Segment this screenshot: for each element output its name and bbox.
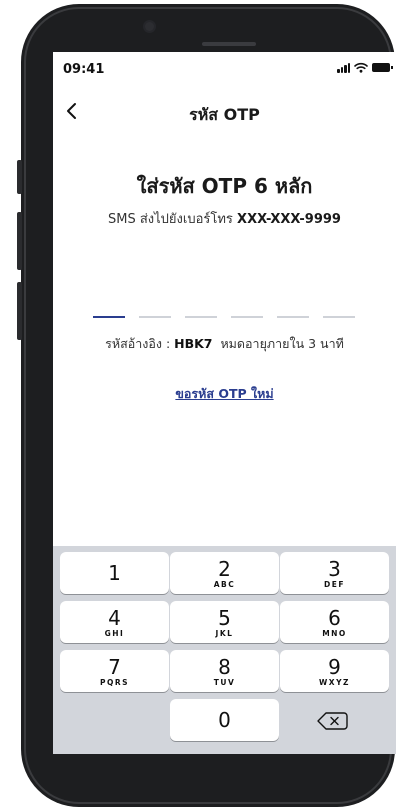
nav-title: รหัส OTP — [189, 105, 260, 124]
key-7[interactable]: 7 PQRS — [60, 650, 169, 692]
otp-input[interactable] — [93, 298, 355, 318]
status-icons — [337, 62, 393, 73]
key-digit: 9 — [328, 655, 341, 679]
key-digit: 4 — [108, 606, 121, 630]
sms-notice: SMS ส่งไปยังเบอร์โทร XXX-XXX-9999 — [53, 208, 396, 229]
reference-line: รหัสอ้างอิง : HBK7 หมดอายุภายใน 3 นาที — [53, 334, 396, 354]
masked-phone-number: XXX-XXX-9999 — [237, 212, 341, 227]
key-digit: 7 — [108, 655, 121, 679]
key-3[interactable]: 3 DEF — [280, 552, 389, 594]
screen: 09:41 รหัส OTP ใส่รหัส OTP 6 หลัก SMS ส่… — [53, 52, 396, 754]
key-1[interactable]: 1 — [60, 552, 169, 594]
key-letters: MNO — [322, 629, 347, 638]
otp-digit-4[interactable] — [231, 298, 263, 318]
signal-icon — [337, 62, 350, 73]
status-bar: 09:41 — [53, 52, 396, 90]
otp-digit-3[interactable] — [185, 298, 217, 318]
key-digit: 1 — [108, 561, 121, 585]
resend-otp-link[interactable]: ขอรหัส OTP ใหม่ — [53, 384, 396, 404]
key-4[interactable]: 4 GHI — [60, 601, 169, 643]
key-letters: WXYZ — [319, 678, 350, 687]
battery-icon — [372, 63, 393, 72]
key-digit: 2 — [218, 557, 231, 581]
reference-code: HBK7 — [174, 336, 213, 351]
key-digit: 8 — [218, 655, 231, 679]
key-digit: 5 — [218, 606, 231, 630]
numeric-keypad: 1 2 ABC 3 DEF 4 GHI 5 JKL 6 MNO 7 PQRS 8… — [53, 546, 396, 754]
delete-key[interactable] — [280, 699, 389, 741]
mute-switch — [17, 160, 22, 194]
otp-digit-1[interactable] — [93, 298, 125, 318]
earpiece-speaker — [202, 42, 256, 46]
key-5[interactable]: 5 JKL — [170, 601, 279, 643]
front-camera — [145, 22, 154, 31]
otp-digit-5[interactable] — [277, 298, 309, 318]
otp-digit-6[interactable] — [323, 298, 355, 318]
otp-headline: ใส่รหัส OTP 6 หลัก — [136, 174, 313, 198]
key-9[interactable]: 9 WXYZ — [280, 650, 389, 692]
reference-label: รหัสอ้างอิง : — [105, 336, 175, 351]
key-letters: DEF — [324, 580, 345, 589]
expiry-text: หมดอายุภายใน 3 นาที — [212, 336, 344, 351]
key-letters: PQRS — [99, 678, 130, 687]
key-letters: GHI — [104, 629, 125, 638]
key-8[interactable]: 8 TUV — [170, 650, 279, 692]
volume-up-button — [17, 212, 22, 270]
wifi-icon — [354, 62, 368, 73]
key-6[interactable]: 6 MNO — [280, 601, 389, 643]
key-digit: 0 — [218, 708, 231, 732]
key-digit: 3 — [328, 557, 341, 581]
key-digit: 6 — [328, 606, 341, 630]
key-letters: JKL — [215, 629, 234, 638]
key-letters: TUV — [213, 678, 236, 687]
status-time: 09:41 — [63, 62, 105, 77]
sms-notice-text: SMS ส่งไปยังเบอร์โทร — [108, 212, 238, 227]
volume-down-button — [17, 282, 22, 340]
key-2[interactable]: 2 ABC — [170, 552, 279, 594]
key-letters: ABC — [213, 580, 236, 589]
otp-digit-2[interactable] — [139, 298, 171, 318]
backspace-icon — [317, 712, 348, 730]
nav-bar: รหัส OTP — [53, 90, 396, 134]
key-0[interactable]: 0 — [170, 699, 279, 741]
